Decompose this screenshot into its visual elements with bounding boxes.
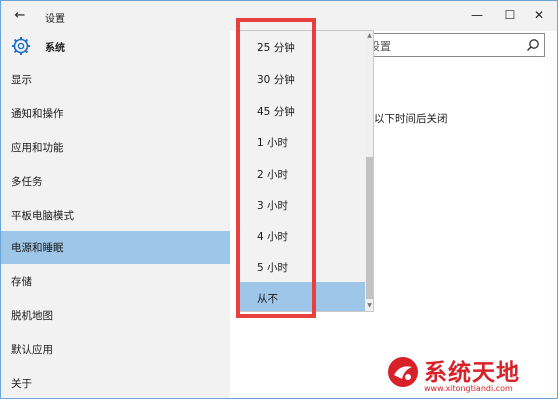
sidebar-item-label: 应用和功能 (11, 142, 64, 154)
option-label: 30 分钟 (257, 74, 295, 86)
sidebar-item-power-sleep[interactable]: 电源和睡眠 (1, 231, 230, 264)
sidebar-item-apps[interactable]: 应用和功能 (1, 131, 230, 164)
option-label: 45 分钟 (257, 106, 295, 118)
sidebar-item-storage[interactable]: 存储 (1, 265, 230, 298)
option-1-hour[interactable]: 1 小时 (239, 126, 365, 157)
search-input[interactable]: 设置 (365, 33, 545, 57)
back-button[interactable]: ← (9, 7, 31, 25)
option-label: 4 小时 (257, 231, 289, 243)
option-25-minutes[interactable]: 25 分钟 (239, 31, 365, 62)
option-label: 5 小时 (257, 262, 289, 274)
sidebar-item-multitasking[interactable]: 多任务 (1, 165, 230, 198)
window-title: 设置 (45, 14, 65, 25)
gear-icon (12, 37, 30, 55)
option-30-minutes[interactable]: 30 分钟 (239, 63, 365, 94)
scroll-up-arrow-icon[interactable]: ▲ (365, 31, 373, 41)
settings-window: ← 设置 — ☐ ✕ 系统 显示 通知和操作 应用和功能 多任务 平板电脑模式 … (0, 0, 558, 399)
option-3-hours[interactable]: 3 小时 (239, 189, 365, 220)
option-label: 3 小时 (257, 200, 289, 212)
sidebar-item-display[interactable]: 显示 (1, 63, 230, 96)
sidebar-item-label: 存储 (11, 276, 32, 288)
sidebar-item-notifications[interactable]: 通知和操作 (1, 97, 230, 130)
sidebar-item-tablet-mode[interactable]: 平板电脑模式 (1, 199, 230, 232)
sidebar-item-label: 多任务 (11, 176, 43, 188)
option-5-hours[interactable]: 5 小时 (239, 251, 365, 282)
option-4-hours[interactable]: 4 小时 (239, 220, 365, 251)
sidebar-item-label: 平板电脑模式 (11, 210, 74, 222)
dropdown-scrollbar[interactable]: ▲ ▼ (365, 31, 373, 311)
watermark-title: 系统天地 (424, 360, 520, 386)
sidebar-item-label: 通知和操作 (11, 108, 64, 120)
sidebar-item-about[interactable]: 关于 (1, 367, 230, 398)
option-45-minutes[interactable]: 45 分钟 (239, 95, 365, 126)
screen-off-label: 以下时间后关闭 (374, 113, 448, 125)
sidebar-item-label: 关于 (11, 378, 32, 390)
option-label: 1 小时 (257, 137, 289, 149)
option-label: 2 小时 (257, 169, 289, 181)
close-button[interactable]: ✕ (525, 5, 553, 25)
sidebar-item-label: 电源和睡眠 (11, 242, 64, 254)
site-watermark: 系统天地 www.xitongtiandi.com (386, 353, 556, 397)
sidebar: 系统 显示 通知和操作 应用和功能 多任务 平板电脑模式 电源和睡眠 存储 脱机… (1, 31, 230, 398)
title-bar: ← 设置 — ☐ ✕ (1, 1, 557, 31)
sidebar-item-default-apps[interactable]: 默认应用 (1, 333, 230, 366)
scroll-thumb[interactable] (366, 157, 373, 299)
sidebar-item-offline-maps[interactable]: 脱机地图 (1, 299, 230, 332)
scroll-down-arrow-icon[interactable]: ▼ (365, 301, 373, 311)
option-2-hours[interactable]: 2 小时 (239, 158, 365, 189)
sidebar-item-label: 默认应用 (11, 344, 53, 356)
option-label: 从不 (257, 293, 278, 305)
watermark-url: www.xitongtiandi.com (424, 384, 513, 393)
option-label: 25 分钟 (257, 42, 295, 54)
sidebar-item-label: 显示 (11, 74, 32, 86)
sleep-time-dropdown-list: 25 分钟 30 分钟 45 分钟 1 小时 2 小时 3 小时 4 小时 5 … (238, 30, 374, 312)
minimize-button[interactable]: — (463, 5, 491, 25)
search-icon[interactable] (526, 38, 540, 52)
sidebar-item-label: 脱机地图 (11, 310, 53, 322)
watermark-logo-icon (388, 357, 418, 387)
sidebar-header-label: 系统 (45, 43, 65, 54)
sidebar-header: 系统 (1, 31, 230, 61)
option-never[interactable]: 从不 (239, 282, 365, 311)
maximize-button[interactable]: ☐ (496, 5, 524, 25)
